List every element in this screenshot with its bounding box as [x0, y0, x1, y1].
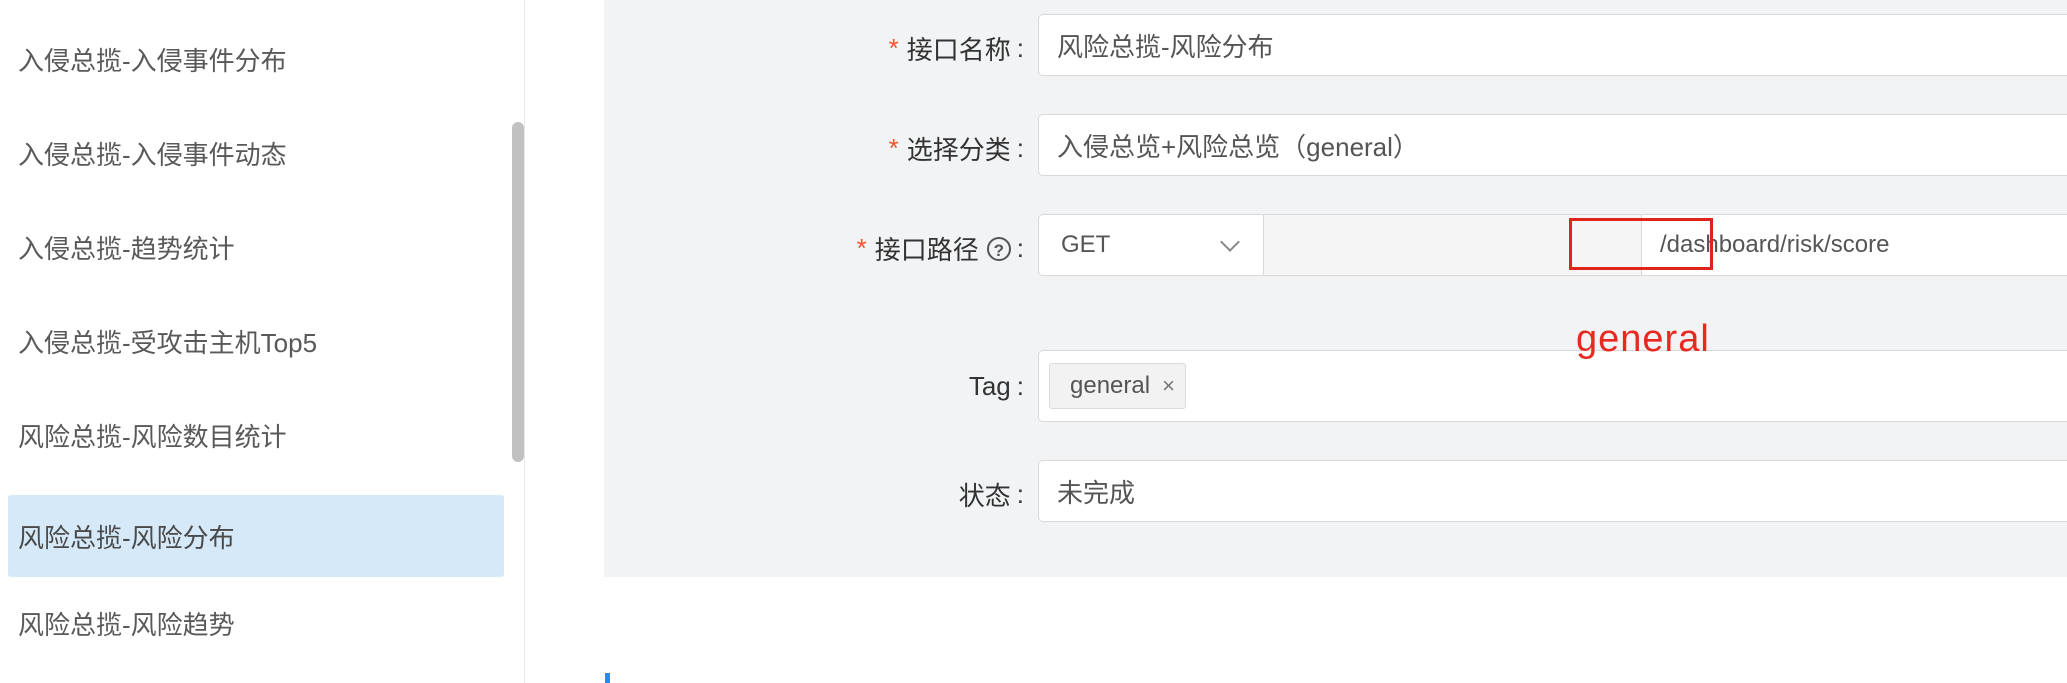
tag-chip-label: general	[1070, 372, 1151, 399]
sidebar-item-label: 风险总揽-风险数目统计	[18, 421, 287, 452]
sidebar-item[interactable]: 入侵总揽-入侵事件分布	[8, 18, 504, 100]
name-input[interactable]: 风险总揽-风险分布	[1038, 14, 2067, 76]
label-colon: :	[1016, 33, 1024, 63]
method-select[interactable]: GET	[1038, 214, 1264, 276]
interface-form: * 接口名称 : 风险总揽-风险分布 * 选择分类 : 入侵总览+风险总览（ge…	[604, 0, 2067, 577]
tag-label: Tag :	[969, 371, 1024, 402]
path-label-text: 接口路径	[874, 235, 979, 265]
path-row: GET /dashboard/risk/score	[1038, 214, 2067, 276]
sidebar-item[interactable]: 风险总揽-风险数目统计	[8, 394, 504, 476]
category-label: * 选择分类 :	[889, 130, 1024, 167]
sidebar-item-label: 入侵总揽-入侵事件动态	[18, 139, 287, 170]
label-colon: :	[1016, 133, 1024, 163]
category-select[interactable]: 入侵总览+风险总览（general）	[1038, 114, 2067, 176]
status-label-wrap: 状态 :	[604, 460, 1024, 522]
status-label-text: 状态	[958, 481, 1011, 511]
name-input-value: 风险总揽-风险分布	[1057, 31, 1274, 62]
tag-label-text: Tag	[968, 371, 1011, 401]
help-icon[interactable]: ?	[986, 236, 1011, 261]
tag-chip[interactable]: general ×	[1049, 363, 1186, 409]
sidebar-item[interactable]: 入侵总揽-趋势统计	[8, 206, 504, 288]
path-label-wrap: * 接口路径 ? :	[604, 214, 1024, 276]
sidebar-item-active[interactable]: 风险总揽-风险分布	[8, 495, 504, 577]
sidebar-item-label: 入侵总揽-受攻击主机Top5	[18, 327, 318, 358]
sidebar-item[interactable]: 风险总揽-风险趋势	[8, 582, 504, 664]
sidebar-item[interactable]: 入侵总揽-受攻击主机Top5	[8, 300, 504, 382]
name-label-wrap: * 接口名称 :	[604, 14, 1024, 76]
category-label-text: 选择分类	[906, 135, 1011, 165]
close-icon[interactable]: ×	[1162, 373, 1175, 399]
label-colon: :	[1016, 233, 1024, 263]
annotation-text: general	[1576, 318, 1710, 360]
status-label: 状态 :	[959, 476, 1024, 513]
status-select-value: 未完成	[1057, 477, 1136, 508]
main-content: * 接口名称 : 风险总揽-风险分布 * 选择分类 : 入侵总览+风险总览（ge…	[525, 0, 2067, 683]
sidebar-item-label: 风险总揽-风险趋势	[18, 609, 235, 640]
category-select-value: 入侵总览+风险总览（general）	[1057, 131, 1419, 162]
sidebar-item-label: 入侵总揽-入侵事件分布	[18, 45, 287, 76]
label-colon: :	[1016, 371, 1024, 401]
required-mark: *	[888, 133, 899, 163]
name-label-text: 接口名称	[906, 35, 1011, 65]
chevron-down-icon	[1220, 232, 1240, 252]
required-mark: *	[888, 33, 899, 63]
tag-input[interactable]: general ×	[1038, 350, 2067, 422]
required-mark: *	[856, 233, 867, 263]
tag-label-wrap: Tag :	[604, 355, 1024, 417]
method-select-value: GET	[1061, 231, 1111, 258]
base-path-field	[1264, 214, 1642, 276]
sidebar: 入侵总揽-入侵事件分布 入侵总揽-入侵事件动态 入侵总揽-趋势统计 入侵总揽-受…	[0, 0, 525, 683]
path-label: * 接口路径 ? :	[857, 230, 1024, 267]
sidebar-item-label: 风险总揽-风险分布	[18, 522, 235, 553]
name-label: * 接口名称 :	[889, 30, 1024, 67]
section-accent-bar	[605, 673, 610, 683]
sidebar-item-label: 入侵总揽-趋势统计	[18, 233, 235, 264]
sidebar-scrollbar-thumb[interactable]	[512, 122, 524, 462]
path-input-value: /dashboard/risk/score	[1660, 231, 1890, 258]
sidebar-item[interactable]: 入侵总揽-入侵事件动态	[8, 112, 504, 194]
status-select[interactable]: 未完成	[1038, 460, 2067, 522]
path-input[interactable]: /dashboard/risk/score	[1642, 214, 2067, 276]
label-colon: :	[1016, 479, 1024, 509]
category-label-wrap: * 选择分类 :	[604, 114, 1024, 176]
